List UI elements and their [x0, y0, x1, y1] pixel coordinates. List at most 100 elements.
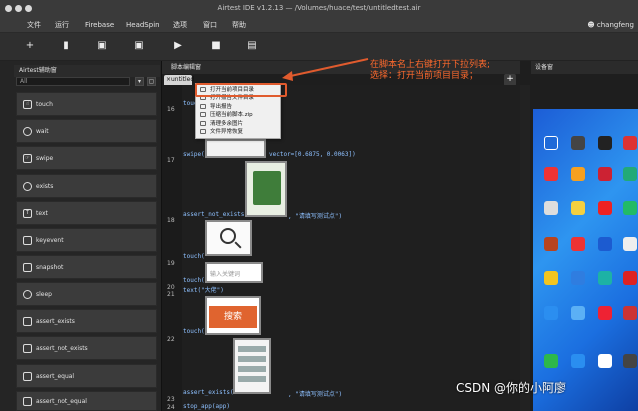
- add-api-icon[interactable]: ▾: [135, 77, 144, 86]
- search-button-thumbnail[interactable]: 搜索: [205, 296, 261, 335]
- api-label: assert_not_exists: [36, 344, 88, 352]
- menu-help[interactable]: 帮助: [232, 17, 246, 33]
- app-icon[interactable]: [598, 167, 612, 181]
- app-icon[interactable]: [623, 237, 637, 251]
- app-icon[interactable]: [571, 136, 585, 150]
- line-number-gutter: [162, 85, 182, 411]
- open-folder-icon[interactable]: ▮: [61, 41, 71, 51]
- code-line: touch(: [183, 253, 205, 260]
- title-bar: Airtest IDE v1.2.13 — /Volumes/huace/tes…: [0, 0, 638, 33]
- api-exists-button[interactable]: exists: [16, 174, 157, 198]
- app-icon[interactable]: [598, 136, 612, 150]
- app-icon[interactable]: [544, 237, 558, 251]
- report-icon[interactable]: ▤: [247, 41, 257, 51]
- hand-icon: ☝: [23, 99, 32, 109]
- menu-item-label: 压缩当前脚本.zip: [210, 112, 253, 118]
- api-sleep-button[interactable]: sleep: [16, 282, 157, 306]
- menu-options[interactable]: 选项: [173, 17, 187, 33]
- code-line-args: , "请填写测试点"): [288, 391, 343, 398]
- api-label: exists: [36, 182, 54, 190]
- app-icon[interactable]: [598, 271, 612, 285]
- menu-file-recovery[interactable]: 文件异常恢复: [196, 128, 282, 136]
- exists-icon: [23, 181, 32, 191]
- phone-app-icon[interactable]: [544, 354, 558, 368]
- app-icon[interactable]: [598, 237, 612, 251]
- app-icon[interactable]: [571, 271, 585, 285]
- swipe-image-thumbnail[interactable]: [205, 139, 266, 158]
- menu-run[interactable]: 运行: [55, 17, 69, 33]
- editor-scrollbar[interactable]: [520, 85, 530, 411]
- app-icon[interactable]: [571, 306, 585, 320]
- code-line: touch(: [183, 328, 205, 335]
- api-keyevent-button[interactable]: keyevent: [16, 228, 157, 252]
- menu-window[interactable]: 窗口: [203, 17, 217, 33]
- assert-not-icon: [23, 343, 32, 353]
- api-assert-not-equal-button[interactable]: assert_not_equal: [16, 391, 157, 411]
- api-assert-equal-button[interactable]: assert_equal: [16, 364, 157, 388]
- app-icon[interactable]: [598, 201, 612, 215]
- app-icon[interactable]: [571, 237, 585, 251]
- browser-app-icon[interactable]: [598, 354, 612, 368]
- api-snapshot-button[interactable]: snapshot: [16, 255, 157, 279]
- menu-item-label: 导出报告: [210, 104, 233, 110]
- app-icon[interactable]: [544, 167, 558, 181]
- api-label: assert_exists: [36, 317, 75, 325]
- line-number: 23: [167, 396, 175, 403]
- api-swipe-button[interactable]: ☞ swipe: [16, 146, 157, 170]
- code-line: assert_not_exists(: [183, 211, 249, 218]
- line-number: 24: [167, 404, 175, 411]
- airtest-ide-window: Airtest IDE v1.2.13 — /Volumes/huace/tes…: [0, 0, 638, 411]
- app-icon[interactable]: [544, 136, 558, 150]
- app-icon[interactable]: [571, 167, 585, 181]
- assert-exists-image-thumbnail[interactable]: [233, 338, 271, 394]
- api-assert-exists-button[interactable]: assert_exists: [16, 309, 157, 333]
- search-icon-thumbnail[interactable]: [205, 220, 252, 256]
- list-row-image: [238, 356, 266, 362]
- line-number: 18: [167, 217, 175, 224]
- app-icon[interactable]: [544, 271, 558, 285]
- menu-zip-script[interactable]: 压缩当前脚本.zip: [196, 111, 282, 119]
- app-icon[interactable]: [623, 271, 637, 285]
- user-account[interactable]: ☻ changfeng: [587, 17, 634, 33]
- user-name: changfeng: [596, 21, 634, 29]
- api-wait-button[interactable]: wait: [16, 119, 157, 143]
- code-line: text("大佬"): [183, 287, 224, 294]
- app-icon[interactable]: [623, 201, 637, 215]
- input-field-thumbnail[interactable]: 输入关键词: [205, 262, 263, 283]
- menu-headspin[interactable]: HeadSpin: [126, 17, 160, 33]
- app-icon[interactable]: [544, 201, 558, 215]
- app-icon[interactable]: [623, 136, 637, 150]
- camera-app-icon[interactable]: [623, 354, 637, 368]
- menu-item-label: 文件异常恢复: [210, 129, 244, 135]
- line-number: 17: [167, 157, 175, 164]
- run-icon[interactable]: ▶: [173, 41, 183, 51]
- app-icon[interactable]: [598, 306, 612, 320]
- save-icon[interactable]: ▣: [97, 41, 107, 51]
- messages-app-icon[interactable]: [571, 354, 585, 368]
- api-assert-not-exists-button[interactable]: assert_not_exists: [16, 336, 157, 360]
- menu-export-report[interactable]: 导出报告: [196, 103, 282, 111]
- close-tab-icon[interactable]: ×: [166, 75, 171, 85]
- new-icon[interactable]: +: [25, 41, 35, 51]
- api-filter-select[interactable]: All: [16, 77, 130, 86]
- api-text-button[interactable]: Ttext: [16, 201, 157, 225]
- thumbnail-search-button: 搜索: [209, 306, 257, 328]
- clock-icon: [23, 126, 32, 136]
- app-icon[interactable]: [544, 306, 558, 320]
- menu-firebase[interactable]: Firebase: [85, 17, 114, 33]
- menu-clean-images[interactable]: 清理多余图片: [196, 120, 282, 128]
- assert-not-exists-image-thumbnail[interactable]: [245, 161, 287, 217]
- window-title: Airtest IDE v1.2.13 — /Volumes/huace/tes…: [217, 4, 421, 12]
- menu-file[interactable]: 文件: [27, 17, 41, 33]
- stop-icon[interactable]: ■: [211, 41, 221, 51]
- tab-untitled[interactable]: × untitled: [164, 75, 194, 85]
- app-icon[interactable]: [571, 201, 585, 215]
- api-touch-button[interactable]: ☝ touch: [16, 92, 157, 116]
- line-number: 21: [167, 291, 175, 298]
- app-icon[interactable]: [623, 167, 637, 181]
- assist-panel-title: Airtest辅助窗: [14, 65, 160, 77]
- panel-settings-icon[interactable]: ▢: [147, 77, 156, 86]
- app-icon[interactable]: [623, 306, 637, 320]
- save-all-icon[interactable]: ▣: [134, 41, 144, 51]
- device-screen[interactable]: [533, 109, 638, 411]
